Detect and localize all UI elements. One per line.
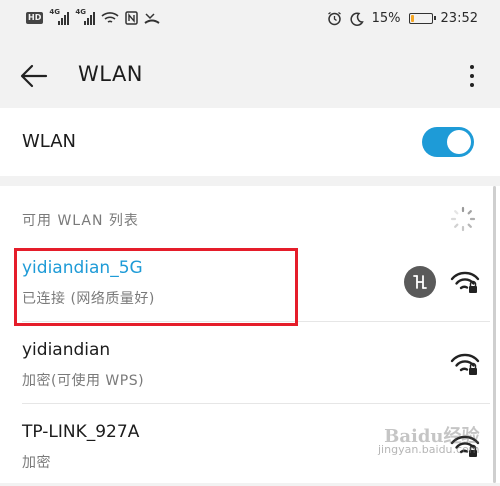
network-name: yidiandian_5G [22, 258, 143, 278]
network-item-yidiandian-5g[interactable]: yidiandian_5G 已连接 (网络质量好) [0, 244, 490, 322]
toggle-knob [447, 130, 471, 154]
more-vertical-icon [470, 65, 474, 69]
watermark-url: jingyan.baidu.com [378, 443, 480, 456]
status-bar: HD 4G 4G 15% 23:52 [0, 0, 500, 42]
watermark: Baidu经验 jingyan.baidu.com [378, 426, 480, 457]
signal-icon: 4G [49, 8, 70, 25]
wifi-secured-icon [450, 353, 480, 375]
list-header: 可用 WLAN 列表 [22, 213, 139, 229]
nfc-icon [125, 11, 139, 25]
status-bar-right: 15% 23:52 [327, 11, 478, 26]
back-arrow-icon [20, 64, 48, 88]
signal-icon: 4G [75, 8, 96, 25]
wlan-switch-row[interactable]: WLAN [0, 108, 500, 176]
status-bar-left: HD 4G 4G [26, 8, 160, 25]
clock: 23:52 [440, 11, 478, 26]
share-hotspot-icon[interactable] [404, 266, 436, 298]
row-divider [22, 403, 490, 404]
hd-badge: HD [26, 12, 44, 24]
wlan-toggle[interactable] [422, 127, 474, 157]
battery-icon [408, 13, 436, 24]
network-status: 加密(可使用 WPS) [22, 373, 145, 389]
missed-call-icon [144, 13, 160, 24]
row-divider [22, 321, 490, 322]
network-status: 加密 [22, 455, 51, 471]
more-options-button[interactable] [462, 60, 482, 92]
network-type-label: 4G [49, 8, 60, 16]
alarm-icon [327, 11, 341, 26]
toolbar: WLAN [0, 42, 500, 108]
wifi-icon [101, 12, 119, 23]
wlan-switch-label: WLAN [22, 131, 77, 152]
page-title: WLAN [78, 62, 144, 86]
battery-fill [410, 15, 414, 22]
network-status: 已连接 (网络质量好) [22, 291, 155, 307]
network-item-yidiandian[interactable]: yidiandian 加密(可使用 WPS) [0, 326, 490, 404]
network-type-label: 4G [75, 8, 86, 16]
scanning-spinner-icon [450, 206, 476, 232]
network-name: yidiandian [22, 340, 111, 360]
scrollbar[interactable] [493, 186, 496, 483]
back-button[interactable] [18, 60, 50, 92]
moon-icon [350, 11, 364, 26]
watermark-logo: Baidu经验 [384, 426, 480, 447]
battery-percent: 15% [371, 11, 401, 26]
wifi-secured-icon [450, 271, 480, 293]
network-name: TP-LINK_927A [22, 422, 140, 442]
